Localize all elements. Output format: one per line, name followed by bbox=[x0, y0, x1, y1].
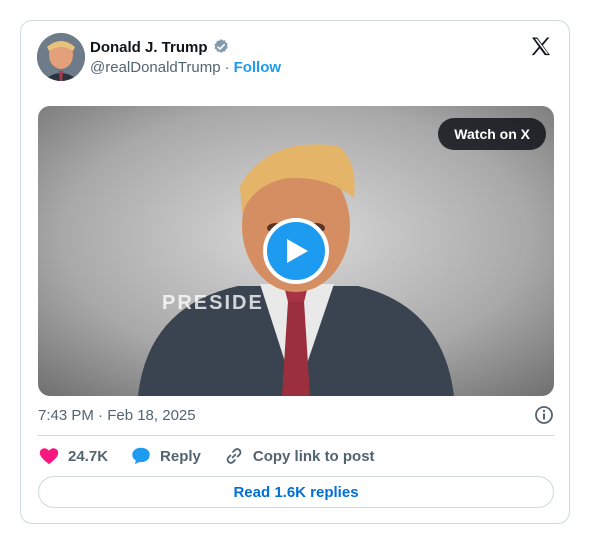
action-bar: 24.7K Reply Copy link to post bbox=[38, 445, 397, 467]
divider bbox=[38, 435, 554, 436]
play-button[interactable] bbox=[263, 218, 329, 284]
verified-badge-icon bbox=[212, 38, 230, 56]
watch-on-x-button[interactable]: Watch on X bbox=[438, 118, 546, 150]
author-block: Donald J. Trump @realDonaldTrump · Follo… bbox=[90, 37, 282, 77]
reply-bubble-icon bbox=[130, 445, 152, 467]
post-timestamp[interactable]: 7:43 PM · Feb 18, 2025 bbox=[38, 407, 196, 424]
heart-icon bbox=[38, 445, 60, 467]
timestamp-row: 7:43 PM · Feb 18, 2025 bbox=[38, 405, 554, 425]
link-icon bbox=[223, 445, 245, 467]
follow-button[interactable]: Follow bbox=[234, 59, 282, 76]
author-avatar[interactable] bbox=[37, 33, 85, 81]
read-replies-button[interactable]: Read 1.6K replies bbox=[38, 476, 554, 508]
author-handle[interactable]: @realDonaldTrump bbox=[90, 59, 221, 76]
video-overlay-text: PRESIDE bbox=[162, 292, 264, 314]
reply-label: Reply bbox=[160, 447, 201, 465]
video-player[interactable]: PRESIDE Watch on X bbox=[38, 106, 554, 396]
x-logo-icon[interactable] bbox=[529, 35, 553, 59]
copy-link-label: Copy link to post bbox=[252, 447, 375, 465]
like-count: 24.7K bbox=[68, 447, 109, 465]
info-icon[interactable] bbox=[534, 405, 554, 425]
separator-dot: · bbox=[224, 59, 230, 76]
embedded-post-card: Donald J. Trump @realDonaldTrump · Follo… bbox=[20, 20, 570, 524]
reply-button[interactable]: Reply bbox=[130, 445, 201, 467]
copy-link-button[interactable]: Copy link to post bbox=[223, 445, 375, 467]
like-button[interactable]: 24.7K bbox=[38, 445, 108, 467]
author-display-name[interactable]: Donald J. Trump bbox=[90, 39, 208, 56]
play-icon bbox=[287, 239, 308, 263]
